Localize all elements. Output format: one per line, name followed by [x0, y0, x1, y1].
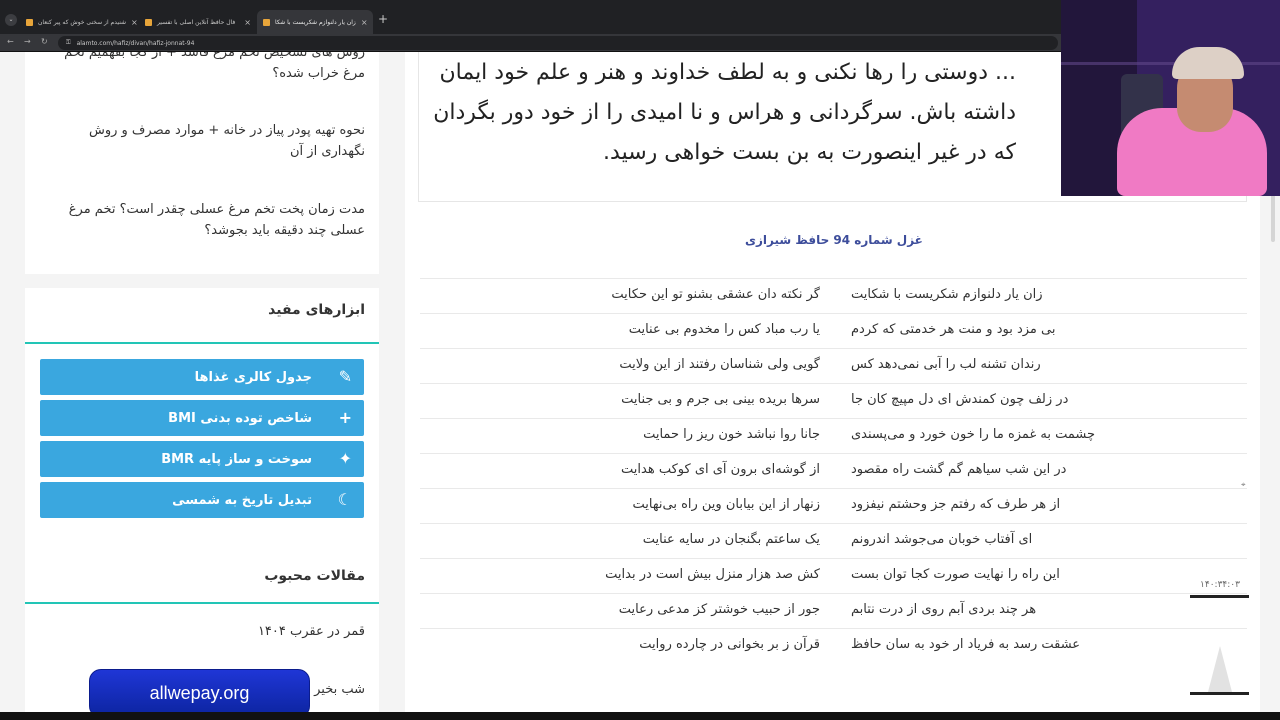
second-hemistich: جور از حبیب خوشتر کز مدعی رعایت [618, 602, 820, 617]
poem-row: از هر طرف که رفتم جز وحشتم نیفزود زنهار … [420, 488, 1247, 523]
second-hemistich: گویی ولی شناسان رفتند از این ولایت [619, 357, 820, 372]
hourglass-sand [1208, 646, 1232, 692]
bmi-calculator-button[interactable]: + شاخص توده بدنی BMI [40, 400, 364, 436]
second-hemistich: زنهار از این بیابان وین راه بی‌نهایت [632, 497, 820, 512]
first-hemistich: زان یار دلنوازم شکریست با شکایت [851, 287, 1043, 302]
tool-label: سوخت و ساز پایه BMR [161, 451, 312, 467]
second-hemistich: قرآن ز بر بخوانی در چارده روایت [639, 637, 820, 652]
tab-search-button[interactable]: ⌄ [5, 14, 17, 26]
first-hemistich: ای آفتاب خوبان می‌جوشد اندرونم [851, 532, 1033, 547]
tab-title: شنیدم از سخنی خوش که پیر کنعان [38, 18, 127, 26]
second-hemistich: یک ساعتم بگنجان در سایه عنایت [642, 532, 820, 547]
mouse-cursor-icon: ⌖ [1241, 480, 1246, 489]
second-hemistich: یا رب مباد کس را مخدوم بی عنایت [628, 322, 820, 337]
section-divider [25, 602, 379, 604]
timer-readout: ۱۴۰:۳۴:۰۳ [1200, 580, 1240, 590]
first-hemistich: چشمت به غمزه ما را خون خورد و می‌پسندی [851, 427, 1096, 442]
second-hemistich: جانا روا نباشد خون ریز را حمایت [643, 427, 820, 442]
site-favicon-icon [145, 18, 152, 26]
url-text: alamto.com/hafiz/divan/hafiz-jonnat-94 [76, 39, 195, 47]
poem-row: زان یار دلنوازم شکریست با شکایت گر نکته … [420, 278, 1247, 313]
date-converter-button[interactable]: ☾ تبدیل تاریخ به شمسی [40, 482, 364, 518]
address-bar[interactable]: ⚿ alamto.com/hafiz/divan/hafiz-jonnat-94 [58, 36, 1058, 50]
second-hemistich: گر نکته دان عشقی بشنو تو این حکایت [611, 287, 820, 302]
popular-article-link[interactable]: شب بخیر [314, 682, 365, 697]
poem-title: غزل شماره 94 حافظ شیرازی [745, 233, 923, 247]
bottom-edge [0, 712, 1280, 720]
first-hemistich: هر چند بردی آبم روی از درت نتابم [851, 602, 1037, 617]
sponsor-banner[interactable]: allwepay.org [89, 669, 310, 718]
first-hemistich: رندان تشنه لب را آبی نمی‌دهد کس [851, 357, 1041, 372]
background-shelf [1061, 62, 1280, 65]
tab-title: زان یار دلنوازم شکریست با شکا [275, 18, 356, 26]
site-favicon-icon [26, 18, 33, 26]
interpretation-text: ... دوستی را رها نکنی و به لطف خداوند و … [433, 60, 1016, 165]
calorie-table-button[interactable]: ✎ جدول کالری غذاها [40, 359, 364, 395]
tool-label: تبدیل تاریخ به شمسی [172, 492, 312, 508]
baseball-cap-icon [1172, 47, 1244, 79]
poem-row: در زلف چون کمندش ای دل مپیچ کان جا سرها … [420, 383, 1247, 418]
site-favicon-icon [263, 18, 270, 26]
close-tab-icon[interactable]: × [131, 18, 138, 27]
close-tab-icon[interactable]: × [361, 18, 368, 27]
section-divider [25, 342, 379, 344]
webcam-overlay [1061, 0, 1280, 196]
first-hemistich: در زلف چون کمندش ای دل مپیچ کان جا [851, 392, 1069, 407]
bmr-calculator-button[interactable]: ✦ سوخت و ساز پایه BMR [40, 441, 364, 477]
poem-row: در این شب سیاهم گم گشت راه مقصود از گوشه… [420, 453, 1247, 488]
poem-row: چشمت به غمزه ما را خون خورد و می‌پسندی ج… [420, 418, 1247, 453]
hourglass-top-bar [1190, 595, 1249, 598]
second-hemistich: کش صد هزار منزل بیش است در بدایت [605, 567, 820, 582]
browser-tab-active[interactable]: زان یار دلنوازم شکریست با شکا × [257, 10, 373, 34]
site-info-icon[interactable]: ⚿ [66, 39, 71, 47]
tool-label: جدول کالری غذاها [194, 369, 312, 385]
poem-row: این راه را نهایت صورت کجا توان بست کش صد… [420, 558, 1247, 593]
hourglass-timer: ۱۴۰:۳۴:۰۳ [1190, 580, 1250, 700]
first-hemistich: عشقت رسد به فریاد ار خود به سان حافظ [851, 637, 1081, 652]
pencil-icon: ✎ [338, 367, 352, 386]
new-tab-icon[interactable]: + [378, 12, 388, 26]
article-link[interactable]: نحوه تهیه پودر پیاز در خانه + موارد مصرف… [49, 120, 365, 162]
moon-icon: ☾ [337, 490, 352, 509]
first-hemistich: این راه را نهایت صورت کجا توان بست [851, 567, 1060, 582]
close-tab-icon[interactable]: × [244, 18, 251, 27]
sparkle-icon: ✦ [338, 449, 352, 468]
article-link[interactable]: مدت زمان پخت تخم مرغ عسلی چقدر است؟ تخم … [49, 199, 365, 241]
poem-row: عشقت رسد به فریاد ار خود به سان حافظ قرآ… [420, 628, 1247, 663]
first-hemistich: از هر طرف که رفتم جز وحشتم نیفزود [851, 497, 1061, 512]
tool-label: شاخص توده بدنی BMI [168, 410, 312, 426]
first-hemistich: بی مزد بود و منت هر خدمتی که کردم [851, 322, 1056, 337]
poem-row: ای آفتاب خوبان می‌جوشد اندرونم یک ساعتم … [420, 523, 1247, 558]
poem-row: هر چند بردی آبم روی از درت نتابم جور از … [420, 593, 1247, 628]
second-hemistich: از گوشه‌ای برون آی ای کوکب هدایت [621, 462, 820, 477]
poem-row: رندان تشنه لب را آبی نمی‌دهد کس گویی ولی… [420, 348, 1247, 383]
browser-tab[interactable]: شنیدم از سخنی خوش که پیر کنعان × [20, 10, 140, 34]
latest-articles-card: روش های تشخیص تخم مرغ فاسد + از کجا بفهم… [25, 52, 379, 274]
back-icon[interactable]: ← [7, 37, 14, 46]
popular-title: مقالات محبوب [264, 568, 365, 584]
hourglass-bottom-bar [1190, 692, 1249, 695]
plus-icon: + [338, 408, 352, 427]
reload-icon[interactable]: ↻ [41, 37, 48, 46]
useful-tools-card: ابزارهای مفید ✎ جدول کالری غذاها + شاخص … [25, 288, 379, 574]
first-hemistich: در این شب سیاهم گم گشت راه مقصود [851, 462, 1067, 477]
browser-tab[interactable]: فال حافظ آنلاین اصلی با تفسیر × [139, 10, 257, 34]
tools-title: ابزارهای مفید [268, 302, 365, 318]
poem-row: بی مزد بود و منت هر خدمتی که کردم یا رب … [420, 313, 1247, 348]
article-link[interactable]: روش های تشخیص تخم مرغ فاسد + از کجا بفهم… [49, 52, 365, 84]
popular-article-link[interactable]: قمر در عقرب ۱۴۰۴ [258, 624, 365, 639]
tab-title: فال حافظ آنلاین اصلی با تفسیر [157, 18, 236, 26]
second-hemistich: سرها بریده بینی بی جرم و بی جنایت [621, 392, 820, 407]
forward-icon[interactable]: → [24, 37, 31, 46]
